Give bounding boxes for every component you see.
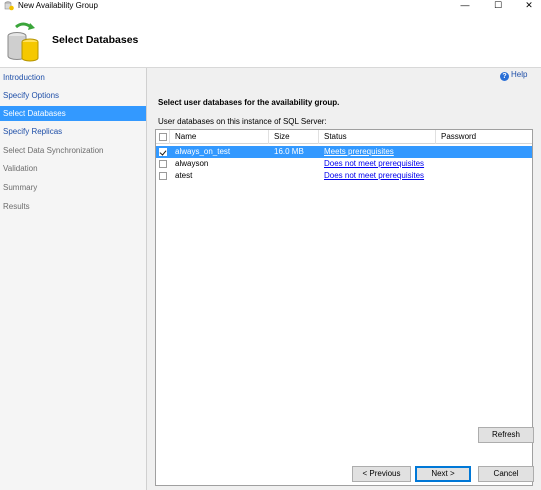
database-name: atest: [175, 171, 193, 180]
nav-item-validation: Validation: [3, 164, 38, 173]
grid-header: Name Size Status Password: [156, 130, 532, 144]
database-size: [269, 170, 274, 182]
database-name: always_on_test: [175, 147, 231, 156]
status-link[interactable]: Does not meet prerequisites: [319, 170, 424, 182]
password-cell[interactable]: [436, 170, 441, 182]
wizard-nav: Introduction Specify Options Select Data…: [0, 68, 147, 490]
nav-item-summary: Summary: [3, 183, 38, 192]
status-link[interactable]: Meets prerequisites: [319, 146, 394, 158]
databases-grid[interactable]: Name Size Status Password always_on_test…: [155, 129, 533, 486]
column-header-name[interactable]: Name: [170, 130, 269, 144]
database-checkbox[interactable]: [159, 160, 167, 168]
nav-item-specify-replicas[interactable]: Specify Replicas: [0, 124, 146, 139]
nav-item-results: Results: [3, 202, 30, 211]
help-label: Help: [511, 70, 528, 79]
database-row-atest[interactable]: atest Does not meet prerequisites: [156, 170, 532, 182]
column-header-size[interactable]: Size: [269, 130, 319, 144]
database-size: [269, 158, 274, 170]
cancel-button[interactable]: Cancel: [478, 466, 534, 482]
maximize-button[interactable]: ☐: [483, 0, 513, 12]
nav-item-select-databases[interactable]: Select Databases: [0, 106, 146, 121]
select-all-column-header[interactable]: [156, 130, 170, 144]
database-checkbox[interactable]: [159, 148, 167, 156]
title-bar: New Availability Group — ☐ ✕: [0, 0, 541, 13]
select-all-checkbox[interactable]: [159, 133, 167, 141]
nav-item-introduction[interactable]: Introduction: [0, 70, 146, 85]
database-wizard-icon: [7, 22, 39, 62]
databases-subheading: User databases on this instance of SQL S…: [158, 117, 327, 126]
nav-item-specify-options[interactable]: Specify Options: [0, 88, 146, 103]
column-header-status[interactable]: Status: [319, 130, 436, 144]
help-link[interactable]: ? Help: [500, 70, 527, 81]
minimize-button[interactable]: —: [450, 0, 480, 12]
database-name: alwayson: [175, 159, 209, 168]
next-button[interactable]: Next >: [415, 466, 471, 482]
window-title: New Availability Group: [18, 1, 98, 10]
column-header-password[interactable]: Password: [436, 130, 532, 144]
database-row-always-on-test[interactable]: always_on_test 16.0 MB Meets prerequisit…: [156, 146, 532, 158]
help-icon: ?: [500, 72, 509, 81]
status-link[interactable]: Does not meet prerequisites: [319, 158, 424, 170]
wizard-header: Select Databases: [0, 14, 541, 68]
nav-item-select-data-synchronization: Select Data Synchronization: [3, 146, 104, 155]
database-row-alwayson[interactable]: alwayson Does not meet prerequisites: [156, 158, 532, 170]
close-button[interactable]: ✕: [514, 0, 541, 12]
password-cell[interactable]: [436, 158, 441, 170]
page-title: Select Databases: [52, 34, 139, 46]
instruction-text: Select user databases for the availabili…: [158, 98, 340, 107]
database-size: 16.0 MB: [274, 147, 304, 156]
password-cell[interactable]: [436, 146, 441, 158]
app-icon: [4, 1, 14, 11]
refresh-button[interactable]: Refresh: [478, 427, 534, 443]
database-checkbox[interactable]: [159, 172, 167, 180]
previous-button[interactable]: < Previous: [352, 466, 411, 482]
